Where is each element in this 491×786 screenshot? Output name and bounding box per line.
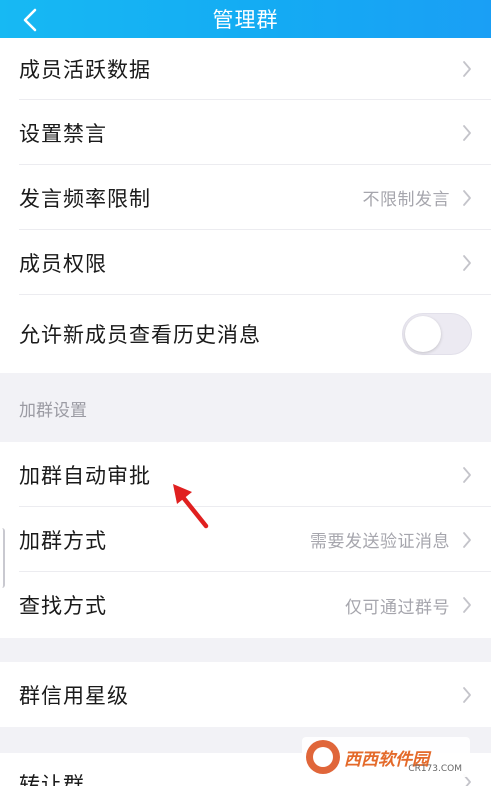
chevron-right-icon [463, 124, 471, 141]
annotation-arrow-icon [173, 484, 209, 529]
row-member-activity[interactable]: 成员活跃数据 [0, 38, 491, 100]
row-search-method[interactable]: 查找方式 仅可通过群号 [0, 572, 491, 638]
settings-group-join: 加群自动审批 加群方式 需要发送验证消息 查找方式 仅可通过群号 [0, 442, 491, 638]
row-value: 需要发送验证消息 [310, 532, 450, 552]
watermark-circle-icon [306, 740, 340, 774]
chevron-right-icon [463, 189, 471, 206]
back-button[interactable] [10, 4, 50, 36]
row-label: 成员权限 [19, 251, 107, 276]
row-value: 仅可通过群号 [345, 597, 450, 618]
page-title: 管理群 [212, 8, 279, 32]
watermark-logo: 西西软件园 CR173.COM [302, 737, 470, 777]
section-header-join: 加群设置 [19, 401, 87, 421]
row-label: 发言频率限制 [19, 186, 151, 211]
chevron-right-icon [463, 597, 471, 613]
chevron-right-icon [463, 531, 471, 548]
chevron-right-icon [463, 61, 471, 77]
row-label: 成员活跃数据 [19, 58, 151, 82]
history-toggle[interactable] [402, 313, 472, 355]
row-value: 不限制发言 [362, 190, 450, 210]
watermark-url: CR173.COM [408, 764, 462, 774]
row-label: 群信用星级 [19, 683, 129, 708]
row-history-messages: 允许新成员查看历史消息 [0, 295, 491, 373]
row-join-method[interactable]: 加群方式 需要发送验证消息 [0, 507, 491, 572]
row-label: 设置禁言 [19, 121, 107, 146]
chevron-right-icon [463, 686, 471, 703]
chevron-right-icon [463, 466, 471, 483]
edge-float-handle[interactable] [0, 528, 5, 588]
row-label: 转让群 [19, 773, 85, 786]
row-auto-approve[interactable]: 加群自动审批 [0, 442, 491, 507]
row-credit-stars[interactable]: 群信用星级 [0, 662, 491, 727]
chevron-left-icon [23, 8, 37, 32]
manage-group-screen: 管理群 成员活跃数据 设置禁言 发言频率限制 不限制发言 成员权限 允许新成员查… [0, 0, 491, 786]
row-label: 查找方式 [19, 594, 107, 618]
row-set-mute[interactable]: 设置禁言 [0, 100, 491, 165]
toggle-knob [405, 316, 441, 352]
row-label: 加群自动审批 [19, 463, 151, 488]
chevron-right-icon [463, 254, 471, 271]
settings-group-credit: 群信用星级 [0, 662, 491, 727]
row-member-permissions[interactable]: 成员权限 [0, 230, 491, 295]
row-label: 加群方式 [19, 528, 107, 553]
row-label: 允许新成员查看历史消息 [19, 323, 261, 347]
row-speak-frequency[interactable]: 发言频率限制 不限制发言 [0, 165, 491, 230]
settings-group-main: 成员活跃数据 设置禁言 发言频率限制 不限制发言 成员权限 允许新成员查看历史消… [0, 38, 491, 373]
